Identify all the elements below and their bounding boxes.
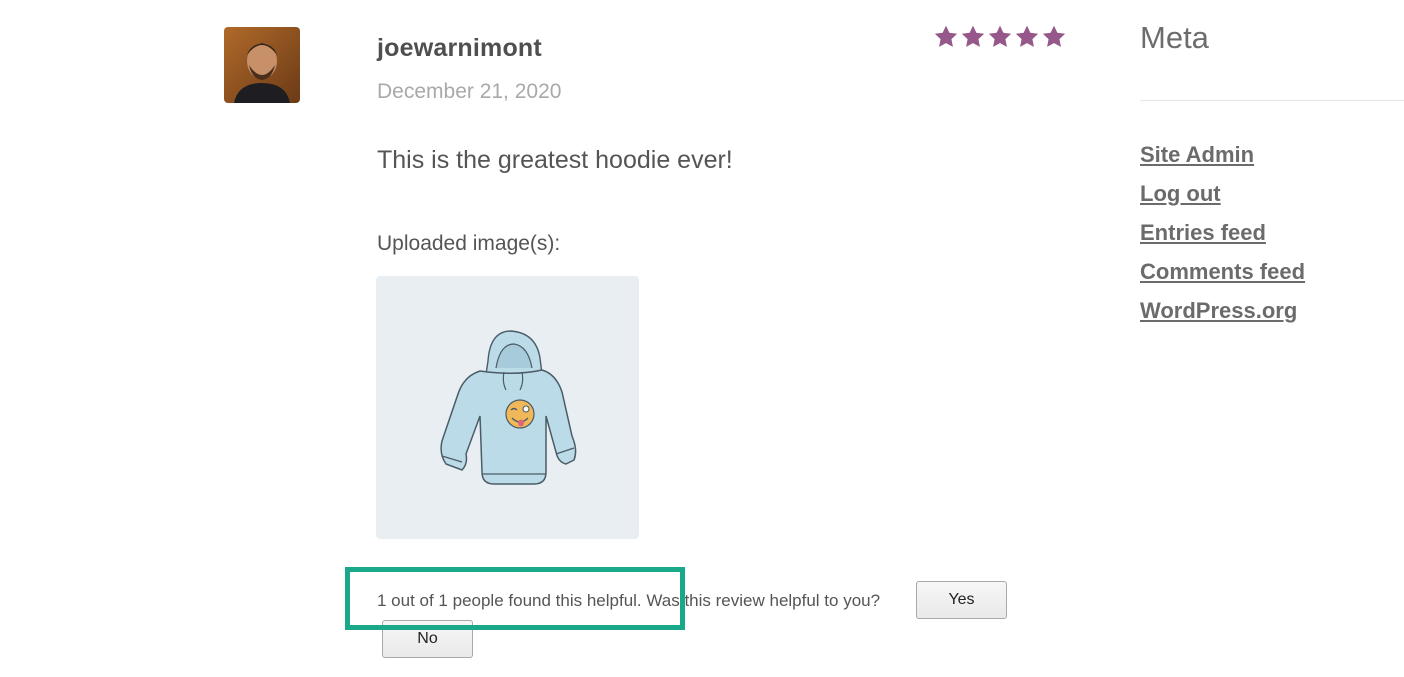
highlight-box — [345, 567, 685, 630]
uploaded-image-thumbnail[interactable] — [376, 276, 639, 539]
sidebar-meta-links: Site Admin Log out Entries feed Comments… — [1140, 142, 1305, 337]
sidebar-link-site-admin[interactable]: Site Admin — [1140, 142, 1254, 167]
sidebar-divider — [1140, 100, 1404, 101]
review-text: This is the greatest hoodie ever! — [377, 146, 733, 174]
review-date: December 21, 2020 — [377, 80, 562, 103]
hoodie-image — [440, 330, 577, 485]
sidebar-link-entries-feed[interactable]: Entries feed — [1140, 220, 1266, 245]
star-icon — [1015, 25, 1039, 47]
sidebar-meta-title: Meta — [1140, 20, 1209, 55]
review-author: joewarnimont — [377, 34, 542, 62]
reviewer-avatar — [224, 27, 300, 103]
helpful-yes-button[interactable]: Yes — [916, 581, 1007, 619]
star-icon — [1042, 25, 1066, 47]
sidebar-link-log-out[interactable]: Log out — [1140, 181, 1221, 206]
star-icon — [934, 25, 958, 47]
star-icon — [988, 25, 1012, 47]
uploaded-images-label: Uploaded image(s): — [377, 232, 561, 255]
star-rating — [933, 24, 1067, 50]
sidebar-link-wordpress-org[interactable]: WordPress.org — [1140, 298, 1297, 323]
sidebar-link-comments-feed[interactable]: Comments feed — [1140, 259, 1305, 284]
star-icon — [961, 25, 985, 47]
